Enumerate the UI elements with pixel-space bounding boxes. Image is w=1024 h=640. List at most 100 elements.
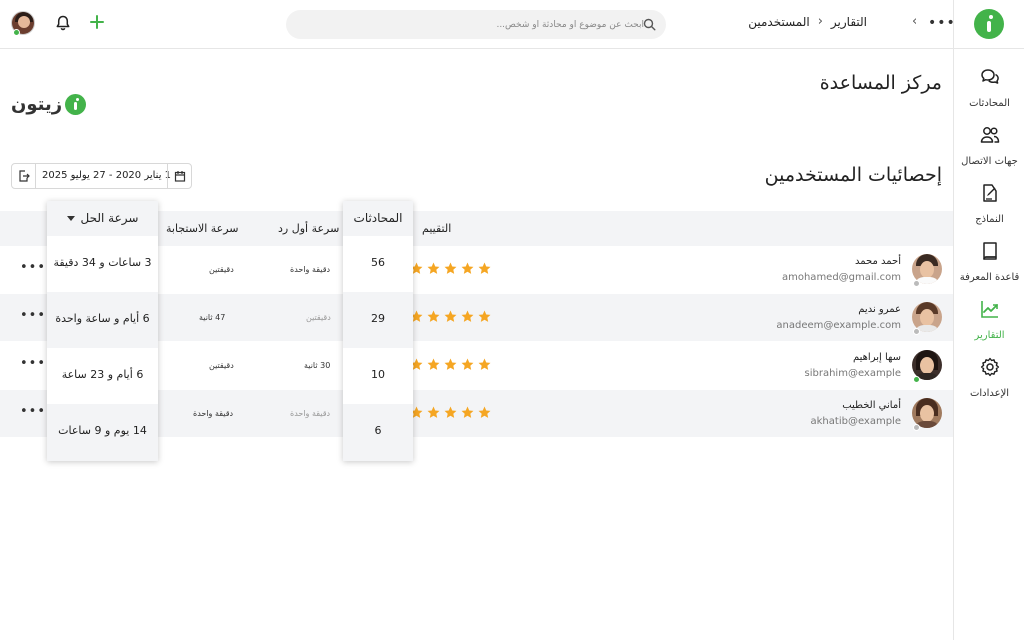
header-resolution-speed[interactable]: سرعة الحل bbox=[47, 201, 158, 236]
conversations-column: المحادثات 56 29 10 6 bbox=[343, 201, 413, 461]
user-name[interactable]: سها إبراهيم bbox=[853, 352, 901, 363]
date-range-picker[interactable]: 1 يناير 2020 - 27 يوليو 2025 bbox=[11, 163, 192, 189]
resolution-value: 14 يوم و 9 ساعات bbox=[58, 424, 147, 437]
star-icon bbox=[461, 406, 474, 418]
header-conversations-label: المحادثات bbox=[353, 211, 403, 225]
response-value: 47 ثانية bbox=[199, 313, 226, 322]
star-icon bbox=[478, 406, 491, 418]
top-bar: التقارير ‹ المستخدمين ‹ ••• bbox=[0, 0, 956, 49]
sort-desc-icon[interactable] bbox=[66, 216, 75, 221]
conversations-cell: 29 bbox=[343, 292, 413, 348]
online-status-dot bbox=[13, 29, 20, 36]
star-icon bbox=[427, 358, 440, 370]
first-reply-value: 30 ثانية bbox=[304, 361, 331, 370]
sidebar-item-settings[interactable]: الإعدادات bbox=[954, 356, 1024, 399]
star-icon bbox=[478, 358, 491, 370]
user-name[interactable]: عمرو نديم bbox=[858, 304, 901, 315]
book-icon bbox=[982, 242, 997, 260]
resolution-value: 6 أيام و 23 ساعة bbox=[61, 368, 144, 381]
calendar-icon bbox=[174, 171, 186, 182]
conversations-value: 6 bbox=[374, 424, 382, 437]
row-more-icon[interactable]: ••• bbox=[20, 308, 46, 323]
gear-icon bbox=[980, 357, 999, 377]
search-bar[interactable] bbox=[286, 10, 666, 39]
star-icon bbox=[427, 310, 440, 322]
brand-badge-icon bbox=[65, 94, 87, 115]
header-rating[interactable]: التقييم bbox=[422, 222, 451, 235]
resolution-cell: 6 أيام و 23 ساعة bbox=[47, 348, 158, 404]
status-dot bbox=[913, 328, 920, 335]
sidebar-item-label: التقارير bbox=[974, 330, 1005, 341]
rating-stars bbox=[410, 358, 491, 371]
resolution-cell: 6 أيام و ساعة واحدة bbox=[47, 292, 158, 348]
date-range-text: 1 يناير 2020 - 27 يوليو 2025 bbox=[42, 170, 172, 181]
page-title: مركز المساعدة bbox=[819, 72, 942, 94]
more-options-icon[interactable]: ••• bbox=[928, 15, 956, 31]
conversations-value: 56 bbox=[371, 256, 385, 269]
search-input[interactable] bbox=[314, 10, 644, 39]
user-email: akhatib@example bbox=[810, 416, 901, 427]
rating-stars bbox=[410, 406, 491, 419]
star-icon bbox=[478, 262, 491, 274]
row-more-icon[interactable]: ••• bbox=[20, 356, 46, 371]
status-dot bbox=[913, 280, 920, 287]
breadcrumb-prefix-chevron-icon: ‹ bbox=[912, 14, 918, 29]
resolution-value: 3 ساعات و 34 دقيقة bbox=[53, 256, 152, 269]
status-dot bbox=[913, 424, 920, 431]
sidebar-item-label: النماذج bbox=[975, 214, 1004, 225]
sidebar-item-contacts[interactable]: جهات الاتصال bbox=[954, 124, 1024, 167]
star-icon bbox=[461, 310, 474, 322]
search-icon bbox=[643, 18, 656, 31]
sidebar-item-label: المحادثات bbox=[969, 98, 1010, 109]
star-icon bbox=[427, 262, 440, 274]
chart-icon bbox=[980, 301, 998, 318]
star-icon bbox=[444, 310, 457, 322]
export-icon bbox=[19, 170, 30, 182]
star-icon bbox=[444, 406, 457, 418]
resolution-value: 6 أيام و ساعة واحدة bbox=[55, 312, 150, 325]
star-icon bbox=[444, 262, 457, 274]
breadcrumb-item-reports[interactable]: التقارير bbox=[831, 15, 867, 29]
star-icon bbox=[478, 310, 491, 322]
sidebar-item-knowledge-base[interactable]: قاعدة المعرفة bbox=[954, 240, 1024, 283]
rating-stars bbox=[410, 310, 491, 323]
calendar-button[interactable] bbox=[167, 164, 191, 188]
user-name[interactable]: أماني الخطيب bbox=[842, 400, 901, 411]
first-reply-value: دقيقتين bbox=[306, 313, 331, 322]
export-button[interactable] bbox=[12, 164, 36, 188]
contacts-icon bbox=[980, 127, 999, 143]
breadcrumb: التقارير ‹ المستخدمين bbox=[748, 14, 867, 29]
resolution-speed-column: سرعة الحل 3 ساعات و 34 دقيقة 6 أيام و سا… bbox=[47, 201, 158, 461]
star-icon bbox=[461, 262, 474, 274]
header-conversations[interactable]: المحادثات bbox=[343, 201, 413, 236]
bell-icon[interactable] bbox=[55, 15, 71, 31]
sidebar-item-forms[interactable]: النماذج bbox=[954, 182, 1024, 225]
user-email: anadeem@example.com bbox=[776, 320, 901, 331]
sidebar-item-conversations[interactable]: المحادثات bbox=[954, 66, 1024, 109]
sidebar: المحادثات جهات الاتصال النماذج قاعدة الم… bbox=[953, 0, 1024, 640]
row-more-icon[interactable]: ••• bbox=[20, 260, 46, 275]
add-icon[interactable] bbox=[89, 14, 105, 30]
header-response-speed[interactable]: سرعة الاستجابة bbox=[166, 222, 239, 235]
sidebar-item-label: قاعدة المعرفة bbox=[959, 272, 1020, 283]
user-name[interactable]: أحمد محمد bbox=[855, 256, 901, 267]
forms-icon bbox=[982, 184, 997, 202]
conversations-cell: 6 bbox=[343, 404, 413, 461]
brand-name: زيتون bbox=[11, 94, 63, 115]
user-email: amohamed@gmail.com bbox=[781, 272, 901, 283]
brand-logo: زيتون bbox=[11, 94, 87, 115]
chat-icon bbox=[980, 69, 999, 84]
response-value: دقيقتين bbox=[209, 361, 234, 370]
app-logo[interactable] bbox=[974, 9, 1004, 39]
breadcrumb-item-users[interactable]: المستخدمين bbox=[748, 15, 809, 29]
header-first-reply[interactable]: سرعة أول رد bbox=[278, 222, 339, 235]
response-value: دقيقتين bbox=[209, 265, 234, 274]
resolution-cell: 14 يوم و 9 ساعات bbox=[47, 404, 158, 461]
conversations-value: 29 bbox=[371, 312, 385, 325]
rating-stars bbox=[410, 262, 491, 275]
sidebar-item-reports[interactable]: التقارير bbox=[954, 298, 1024, 341]
user-email: sibrahim@example bbox=[804, 368, 901, 379]
star-icon bbox=[461, 358, 474, 370]
row-more-icon[interactable]: ••• bbox=[20, 404, 46, 419]
resolution-cell: 3 ساعات و 34 دقيقة bbox=[47, 236, 158, 292]
